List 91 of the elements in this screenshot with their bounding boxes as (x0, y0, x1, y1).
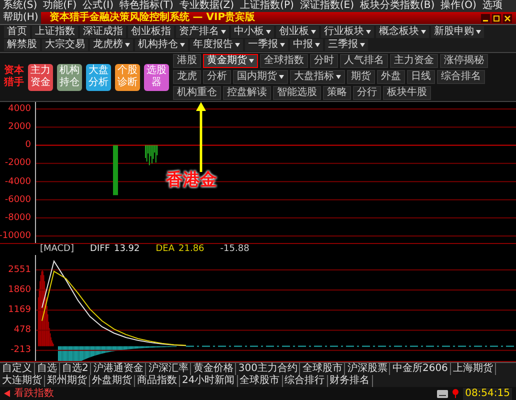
window-title: 资本猎手金融决策风险控制系统 — VIP贵宾版 (49, 12, 256, 24)
quick-button[interactable]: 日线 (407, 70, 435, 84)
close-icon[interactable] (503, 14, 512, 22)
quick-button[interactable]: 涨停揭秘 (440, 54, 488, 68)
axis-label: 4000 (8, 104, 31, 114)
axis-label: 478 (14, 325, 31, 336)
axis-label: 2000 (8, 122, 31, 132)
axis-label: -2000 (4, 158, 31, 168)
nav-button[interactable]: 上证指数 (32, 26, 78, 38)
nav-button[interactable]: 中小板 (231, 26, 274, 38)
clock-time: 08:54:15 (463, 388, 512, 400)
annotation-arrow (196, 102, 206, 172)
axis-label: -8000 (4, 212, 31, 223)
nav-button[interactable]: 首页 (4, 26, 30, 38)
nav-button[interactable]: 机构持仓 (135, 39, 188, 51)
triangle-icon (4, 390, 10, 397)
quick-button[interactable]: 龙虎 (173, 70, 201, 84)
nav-button[interactable]: 解禁股 (4, 39, 40, 51)
quick-button[interactable]: 国内期货 (233, 70, 288, 84)
nav-button[interactable]: 年度报告 (190, 39, 243, 51)
bottom-tab[interactable]: 自选 (35, 363, 60, 375)
logo-text: 资本 (4, 65, 24, 76)
minimize-icon[interactable] (481, 14, 490, 22)
menu-item[interactable]: 操作(O) (438, 0, 480, 12)
quick-button[interactable]: 分析 (203, 70, 231, 84)
quick-button[interactable]: 港股 (173, 54, 201, 68)
bottom-tab[interactable]: 自定义 (0, 363, 35, 375)
legend-value: 21.86 (178, 244, 204, 255)
menu-item[interactable]: 上证指数(P) (237, 0, 297, 12)
legend-name: DIFF (90, 244, 110, 255)
axis-label: -213 (10, 345, 31, 356)
nav-button[interactable]: 大宗交易 (42, 39, 88, 51)
axis-label: 0 (25, 140, 31, 150)
nav-button[interactable]: 行业板块 (321, 26, 374, 38)
menu-item[interactable]: 功能(F) (40, 0, 80, 12)
quick-button[interactable]: 大盘指标 (290, 70, 345, 84)
nav-button[interactable]: 一季报 (245, 39, 288, 51)
quick-button[interactable]: 智能选股 (273, 86, 321, 100)
nav-button[interactable]: 资产排名 (176, 26, 229, 38)
legend-value: 13.92 (114, 244, 140, 255)
menu-item[interactable]: 公式(I) (80, 0, 116, 12)
axis-label: -4000 (4, 176, 31, 187)
bottom-tab[interactable]: 全球股市 (300, 363, 346, 375)
menu-item[interactable]: 深证指数(E) (296, 0, 358, 12)
axis-label: 1860 (8, 284, 31, 295)
quick-button[interactable]: 分行 (353, 86, 381, 100)
nav-button[interactable]: 深证成指 (80, 26, 126, 38)
logo-text: 猎手 (4, 77, 24, 89)
quick-button[interactable]: 全球指数 (260, 54, 308, 68)
quick-button[interactable]: 分时 (310, 54, 338, 68)
bottom-tab[interactable]: 沪港通资金 (91, 363, 146, 375)
bottom-tab[interactable]: 300主力合约 (236, 363, 300, 375)
bottom-tab[interactable]: 自选2 (60, 363, 92, 375)
quick-button[interactable]: 板块牛股 (383, 86, 431, 100)
menu-item[interactable]: 特色指标(T) (116, 0, 176, 12)
nav-button[interactable]: 龙虎榜 (90, 39, 133, 51)
bottom-tab[interactable]: 沪深汇率 (146, 363, 192, 375)
legend-name: DEA (156, 244, 175, 255)
quick-button[interactable]: 主力资金 (390, 54, 438, 68)
quick-button[interactable]: 期货 (347, 70, 375, 84)
macd-value: -15.88 (220, 244, 250, 255)
quick-button[interactable]: 控盘解读 (223, 86, 271, 100)
nav-button[interactable]: 中报 (290, 39, 323, 51)
menu-item[interactable]: 板块分类指数(B) (357, 0, 438, 12)
nav-button[interactable]: 概念板块 (376, 26, 429, 38)
axis-label: 1169 (8, 305, 31, 316)
quick-button[interactable]: 外盘 (377, 70, 405, 84)
quick-button[interactable]: 策略 (323, 86, 351, 100)
quick-button[interactable]: 机构重仓 (173, 86, 221, 100)
indicator-name: [MACD] (40, 244, 74, 255)
maximize-icon[interactable] (492, 14, 501, 22)
nav-button[interactable]: 创业板指 (128, 26, 174, 38)
menu-item[interactable]: 帮助(H) (0, 12, 42, 24)
bottom-tab[interactable]: 沪深股票 (345, 363, 390, 375)
menu-item[interactable]: 专业数据(Z) (176, 0, 238, 12)
bottom-tab[interactable]: 中金所2606 (390, 363, 451, 375)
quick-button[interactable]: 人气排名 (340, 54, 388, 68)
menu-item[interactable]: 选项 (479, 0, 506, 12)
quick-button[interactable]: 综合排名 (437, 70, 485, 84)
keyboard-icon[interactable] (437, 390, 448, 398)
nav-button[interactable]: 新股申购 (431, 26, 484, 38)
feature-button[interactable]: 主力 资金 (28, 64, 53, 90)
bottom-tab[interactable]: 上海期货 (450, 363, 496, 375)
quick-button[interactable]: 黄金期货 (203, 54, 258, 68)
status-text: 看跌指数 (14, 388, 54, 400)
nav-button[interactable]: 创业板 (276, 26, 319, 38)
nav-button[interactable]: 三季报 (325, 39, 368, 51)
axis-label: -6000 (4, 194, 31, 205)
bottom-tab[interactable]: 黄金价格 (191, 363, 236, 375)
pin-icon[interactable] (452, 389, 460, 398)
axis-label: 2551 (8, 264, 31, 275)
